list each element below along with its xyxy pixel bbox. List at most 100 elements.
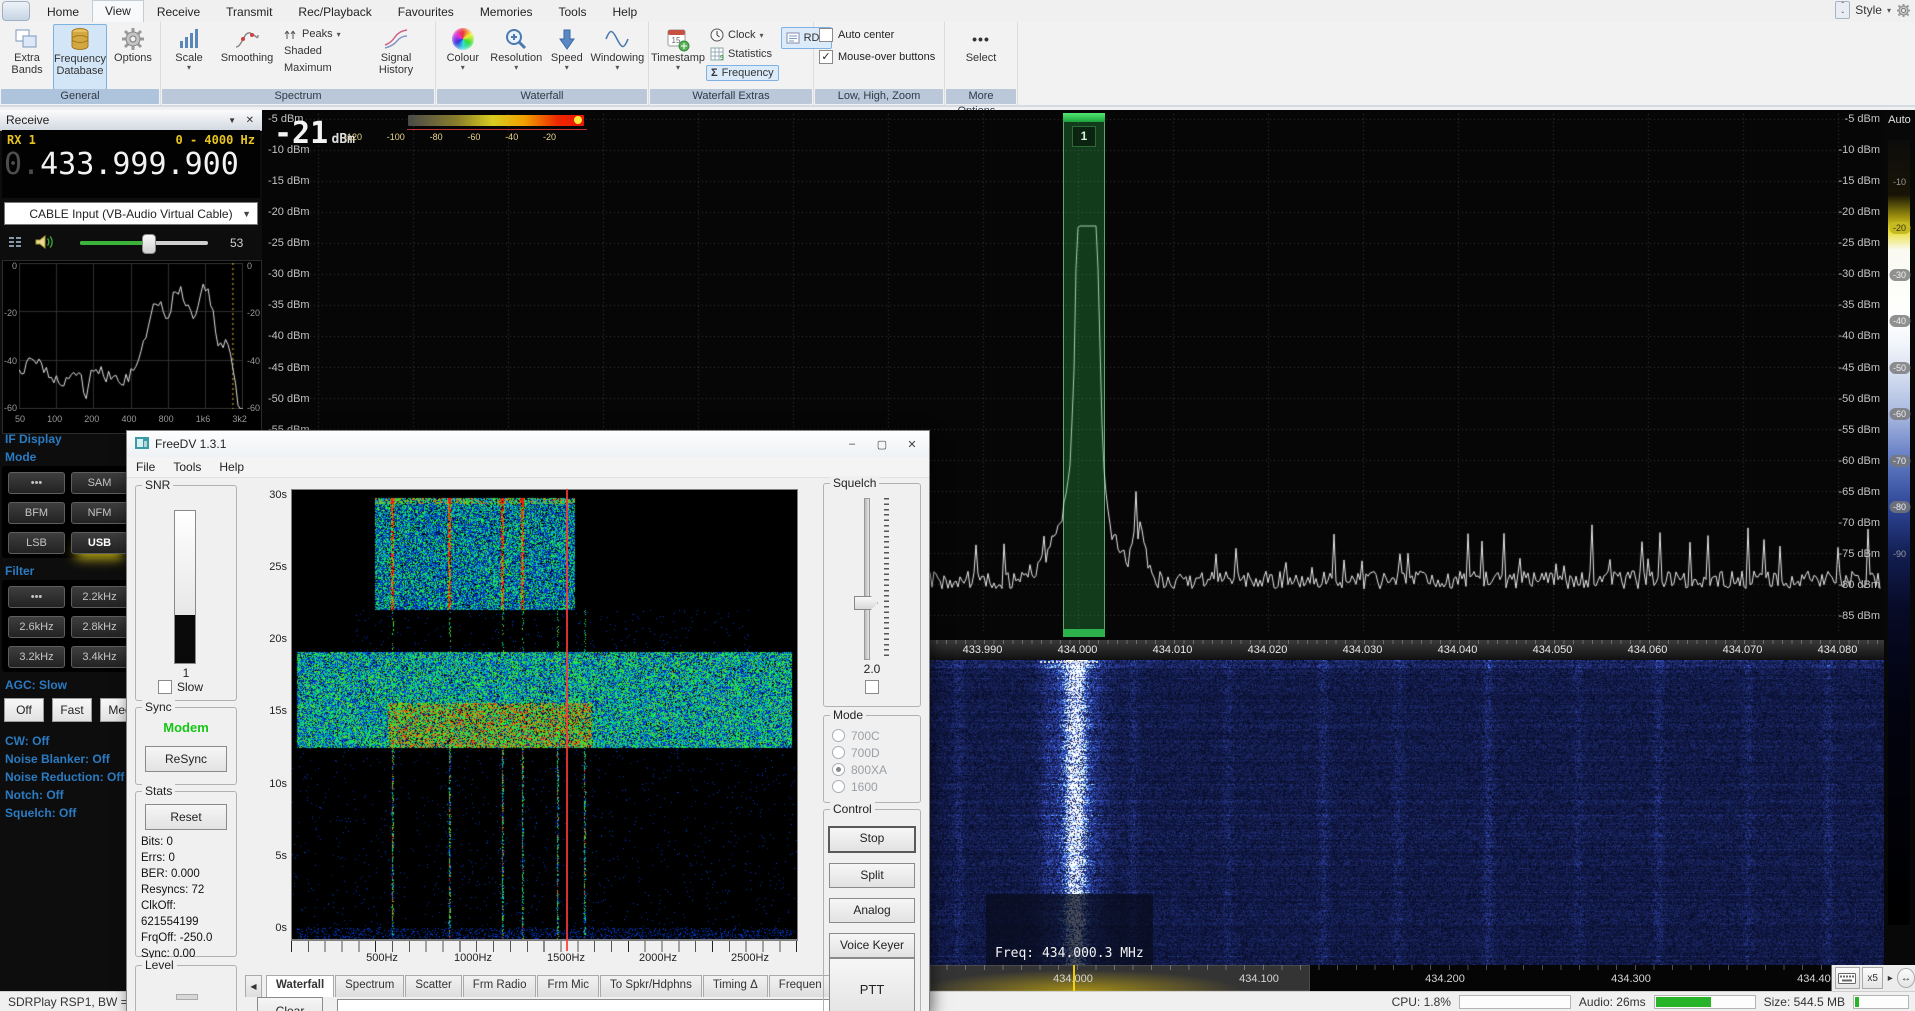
agc-button[interactable]: Off xyxy=(4,698,44,722)
dsp-toggle[interactable]: Squelch: Off xyxy=(5,804,124,822)
close-icon[interactable]: ✕ xyxy=(246,115,254,126)
mode-button[interactable]: LSB xyxy=(8,532,65,554)
rx-band-bottom-cap[interactable] xyxy=(1063,629,1105,637)
maximize-icon[interactable]: ▢ xyxy=(867,433,897,455)
colour-button[interactable]: Colour▾ xyxy=(439,24,487,88)
speaker-icon[interactable] xyxy=(34,234,56,253)
mode-button[interactable]: SAM xyxy=(71,472,128,494)
smoothing-button[interactable]: Smoothing xyxy=(216,24,278,88)
ribbon-tab[interactable]: Rec/Playback xyxy=(285,1,384,22)
windowing-button[interactable]: Windowing▾ xyxy=(590,24,645,88)
frequency-database-button[interactable]: Frequency Database xyxy=(53,24,107,90)
mode-radio-1600[interactable]: 1600 xyxy=(832,779,887,794)
mode-radio-700c[interactable]: 700C xyxy=(832,728,887,743)
pan-icon[interactable]: ↔ xyxy=(1897,968,1915,988)
filter-button[interactable]: 3.4kHz xyxy=(71,646,128,668)
freedv-tab[interactable]: Spectrum xyxy=(335,975,404,997)
freedv-waterfall-canvas[interactable] xyxy=(291,489,798,940)
tab-scroll-left-icon[interactable]: ◀ xyxy=(245,975,262,997)
options-button[interactable]: Options xyxy=(109,24,157,88)
band-overview-bar[interactable]: 434.000434.100434.200434.300434.400 x5 ▸… xyxy=(928,965,1915,991)
close-icon[interactable]: ✕ xyxy=(897,433,927,455)
freedv-tab[interactable]: Scatter xyxy=(405,975,461,997)
keyboard-icon[interactable] xyxy=(1835,967,1860,989)
equalizer-icon[interactable] xyxy=(8,235,24,252)
snr-slow-checkbox[interactable]: Slow xyxy=(158,680,203,694)
scale-button[interactable]: Scale▾ xyxy=(164,24,214,88)
dsp-toggle[interactable]: Noise Blanker: Off xyxy=(5,750,124,768)
dsp-toggle[interactable]: Noise Reduction: Off xyxy=(5,768,124,786)
squelch-slider-track[interactable] xyxy=(864,498,870,660)
ribbon-tab[interactable]: Receive xyxy=(144,1,213,22)
squelch-slider-thumb[interactable] xyxy=(854,596,878,610)
menu-item[interactable]: Tools xyxy=(164,458,210,476)
mode-radio-800xa[interactable]: 800XA xyxy=(832,762,887,777)
rx-band-top-cap[interactable] xyxy=(1063,113,1105,122)
timestamp-button[interactable]: 15 Timestamp▾ xyxy=(652,24,704,88)
control-button[interactable]: Split xyxy=(829,863,915,888)
maximum-button[interactable]: Maximum xyxy=(280,61,366,75)
ptt-button[interactable]: PTT xyxy=(829,958,915,1011)
filter-button[interactable]: 3.2kHz xyxy=(8,646,65,668)
control-button[interactable]: Stop xyxy=(828,826,916,853)
control-button[interactable]: Analog xyxy=(829,898,915,923)
minimize-icon[interactable]: – xyxy=(837,433,867,455)
spinner-control[interactable]: ⌃⌄ xyxy=(1835,1,1850,19)
volume-slider[interactable] xyxy=(80,241,208,245)
freedv-tab[interactable]: Timing Δ xyxy=(703,975,768,997)
freedv-title-bar[interactable]: FreeDV 1.3.1 – ▢ ✕ xyxy=(127,431,929,458)
mode-button[interactable]: BFM xyxy=(8,502,65,524)
freedv-tab[interactable]: Frm Radio xyxy=(463,975,537,997)
colorbar-gradient[interactable] xyxy=(1888,140,1910,925)
filter-button[interactable]: 2.6kHz xyxy=(8,616,65,638)
mouse-over-buttons-checkbox[interactable]: ✓Mouse-over buttons xyxy=(817,48,937,66)
rx-band-region[interactable]: 1 xyxy=(1063,113,1105,637)
rx-band-marker[interactable]: 1 xyxy=(1072,126,1096,147)
filter-button[interactable]: 2.2kHz xyxy=(71,586,128,608)
shaded-button[interactable]: Shaded xyxy=(280,44,366,58)
reset-button[interactable]: Reset xyxy=(145,804,227,830)
filter-button[interactable]: ••• xyxy=(8,586,65,608)
ribbon-tab[interactable]: Home xyxy=(34,1,92,22)
signal-history-button[interactable]: Signal History xyxy=(368,24,424,88)
auto-range-button[interactable]: Auto xyxy=(1884,114,1915,126)
ribbon-tab[interactable]: View xyxy=(92,0,144,22)
dsp-toggle[interactable]: Notch: Off xyxy=(5,786,124,804)
clock-button[interactable]: Clock▾ xyxy=(706,27,779,43)
volume-slider-thumb[interactable] xyxy=(142,234,156,254)
ribbon-tab[interactable]: Transmit xyxy=(213,1,285,22)
speed-button[interactable]: Speed▾ xyxy=(546,24,588,88)
mode-button[interactable]: NFM xyxy=(71,502,128,524)
ribbon-tab[interactable]: Help xyxy=(600,1,651,22)
style-label[interactable]: Style xyxy=(1855,3,1882,17)
zoom-factor-button[interactable]: x5 xyxy=(1862,967,1883,989)
mode-button[interactable]: USB xyxy=(71,532,128,554)
squelch-enable-checkbox[interactable] xyxy=(865,680,879,694)
mode-radio-700d[interactable]: 700D xyxy=(832,745,887,760)
extra-bands-button[interactable]: Extra Bands xyxy=(3,24,51,88)
menu-item[interactable]: File xyxy=(127,458,164,476)
frequency-button[interactable]: ΣFrequency xyxy=(706,65,779,81)
freedv-tuning-cursor[interactable] xyxy=(566,489,568,951)
frequency-readout[interactable]: 0.433.999.900 xyxy=(2,147,260,182)
freedv-tab[interactable]: Frm Mic xyxy=(537,975,599,997)
mode-button[interactable]: ••• xyxy=(8,472,65,494)
menu-item[interactable]: Help xyxy=(210,458,253,476)
expand-arrow-icon[interactable]: ▸ xyxy=(1885,968,1895,988)
peaks-button[interactable]: Peaks▾ xyxy=(280,27,366,41)
ribbon-tab[interactable]: Tools xyxy=(546,1,600,22)
audio-input-select[interactable]: CABLE Input (VB-Audio Virtual Cable) ▼ xyxy=(4,202,258,225)
filter-button[interactable]: 2.8kHz xyxy=(71,616,128,638)
auto-center-checkbox[interactable]: Auto center xyxy=(817,26,896,44)
collapse-icon[interactable]: ▼ xyxy=(228,116,236,125)
dsp-toggle[interactable]: CW: Off xyxy=(5,732,124,750)
freedv-tab[interactable]: Waterfall xyxy=(266,975,334,997)
agc-button[interactable]: Fast xyxy=(52,698,92,722)
gear-icon[interactable] xyxy=(1896,3,1911,18)
select-button[interactable]: ••• Select xyxy=(953,24,1009,88)
control-button[interactable]: Voice Keyer xyxy=(829,933,915,958)
resolution-button[interactable]: Resolution▾ xyxy=(489,24,544,88)
clear-button[interactable]: Clear xyxy=(257,997,323,1011)
ribbon-tab[interactable]: Memories xyxy=(467,1,546,22)
chevron-down-icon[interactable]: ▾ xyxy=(1887,6,1891,15)
